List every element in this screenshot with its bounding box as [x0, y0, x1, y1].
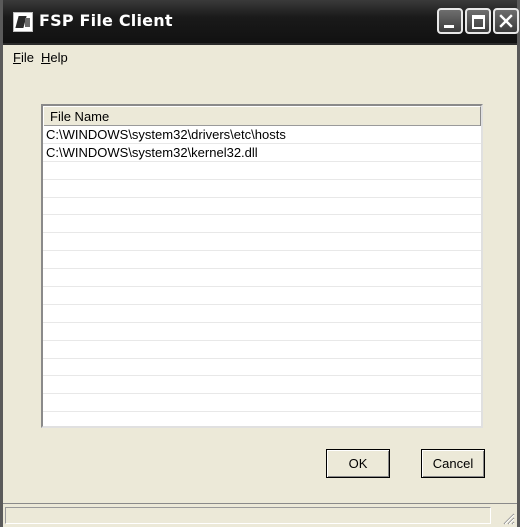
list-item-empty	[43, 359, 481, 377]
menu-file-label: ile	[20, 50, 34, 65]
column-header-file-name[interactable]: File Name	[43, 106, 481, 126]
maximize-button[interactable]	[465, 8, 491, 34]
list-item-empty	[43, 341, 481, 359]
status-panel	[5, 507, 491, 524]
list-item-empty	[43, 198, 481, 216]
file-list[interactable]: File Name C:\WINDOWS\system32\drivers\et…	[41, 104, 483, 428]
menu-file[interactable]: File	[13, 50, 34, 65]
app-icon[interactable]	[13, 12, 33, 32]
list-item-empty	[43, 269, 481, 288]
ok-button[interactable]: OK	[326, 449, 390, 478]
list-item-empty	[43, 287, 481, 305]
menu-file-accel: F	[13, 50, 21, 65]
status-bar	[3, 503, 517, 527]
close-button[interactable]	[493, 8, 519, 34]
list-item-empty	[43, 215, 481, 234]
menu-help[interactable]: Help	[41, 50, 68, 65]
list-item-empty	[43, 233, 481, 252]
menu-bar: File Help	[3, 45, 517, 70]
title-bar[interactable]: FSP File Client	[3, 0, 519, 45]
list-item-empty	[43, 376, 481, 395]
close-icon	[499, 14, 513, 28]
list-header: File Name	[43, 106, 481, 126]
minimize-button[interactable]	[437, 8, 463, 34]
list-item-empty	[43, 323, 481, 341]
list-item[interactable]: C:\WINDOWS\system32\drivers\etc\hosts	[43, 126, 481, 144]
window-title: FSP File Client	[39, 11, 173, 30]
menu-help-accel: H	[41, 50, 51, 65]
size-grip-icon[interactable]	[501, 511, 515, 525]
list-item-empty	[43, 162, 481, 180]
list-item-empty	[43, 251, 481, 270]
menu-help-label: elp	[50, 50, 68, 65]
list-item-empty	[43, 394, 481, 413]
app-window: FSP File Client File Help File Name C:\W…	[0, 0, 520, 527]
list-item-empty	[43, 305, 481, 323]
list-item[interactable]: C:\WINDOWS\system32\kernel32.dll	[43, 144, 481, 162]
cancel-button[interactable]: Cancel	[421, 449, 485, 478]
list-rows: C:\WINDOWS\system32\drivers\etc\hosts C:\…	[43, 126, 481, 413]
list-item-empty	[43, 180, 481, 198]
